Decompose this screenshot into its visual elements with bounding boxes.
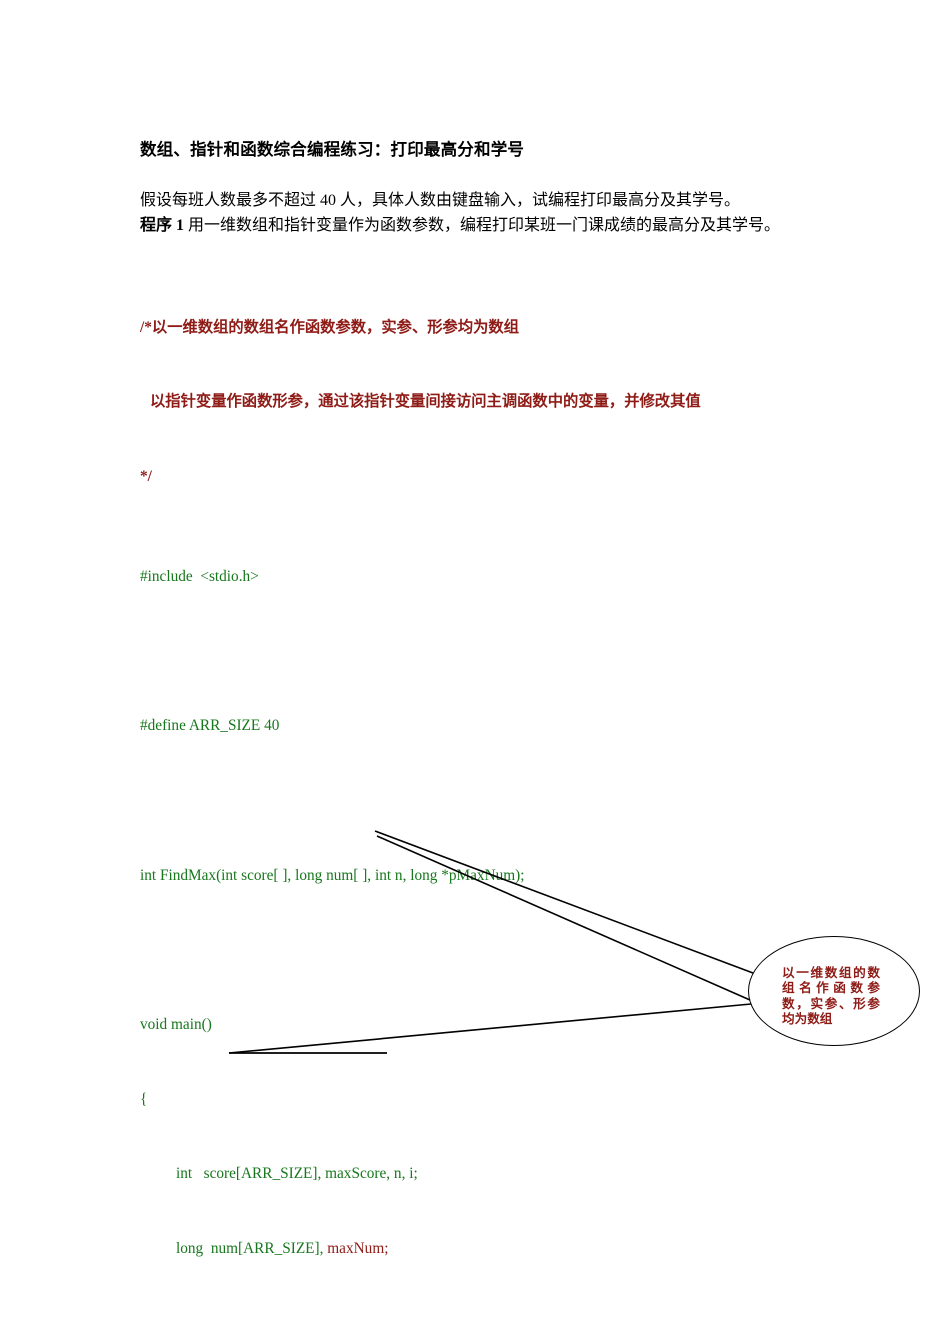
program-paragraph: 程序 1 用一维数组和指针变量作为函数参数，编程打印某班一门课成绩的最高分及其学… bbox=[140, 213, 820, 238]
code-blank-2 bbox=[140, 789, 820, 814]
program-label: 程序 1 bbox=[140, 217, 185, 234]
code-decl-long: long num[ARR_SIZE], maxNum; bbox=[140, 1237, 820, 1262]
code-define: #define ARR_SIZE 40 bbox=[140, 717, 280, 735]
code-listing: /*以一维数组的数组名作函数参数，实参、形参均为数组 以指针变量作函数形参，通过… bbox=[140, 241, 820, 1344]
code-decl-long-maxnum: maxNum; bbox=[327, 1240, 389, 1258]
header-comment-line-3: */ bbox=[140, 468, 152, 486]
code-decl-int: int score[ARR_SIZE], maxScore, n, i; bbox=[176, 1165, 418, 1183]
code-prototype: int FindMax(int score[ ], long num[ ], i… bbox=[140, 866, 525, 884]
document-page: 数组、指针和函数综合编程练习：打印最高分和学号 假设每班人数最多不超过 40 人… bbox=[0, 0, 950, 1344]
code-include: #include <stdio.h> bbox=[140, 567, 259, 585]
header-comment-line-2: 以指针变量作函数形参，通过该指针变量间接访问主调函数中的变量，并修改其值 bbox=[150, 393, 701, 411]
program-description: 用一维数组和指针变量作为函数参数，编程打印某班一门课成绩的最高分及其学号。 bbox=[188, 217, 781, 234]
code-decl-long-head: long num[ARR_SIZE], bbox=[176, 1240, 328, 1258]
code-blank-3 bbox=[140, 938, 820, 963]
header-comment-line-1: /*以一维数组的数组名作函数参数，实参、形参均为数组 bbox=[140, 318, 520, 336]
code-main-signature: void main() bbox=[140, 1016, 212, 1034]
intro-paragraph: 假设每班人数最多不超过 40 人，具体人数由键盘输入，试编程打印最高分及其学号。 bbox=[140, 192, 741, 209]
page-title: 数组、指针和函数综合编程练习：打印最高分和学号 bbox=[140, 141, 525, 159]
code-blank-1 bbox=[140, 640, 820, 665]
callout-text: 以一维数组的数组名作函数参数，实参、形参均为数组 bbox=[782, 966, 880, 1027]
code-main-open-brace: { bbox=[140, 1090, 148, 1108]
code-blank-4 bbox=[140, 1312, 820, 1337]
document-body: 数组、指针和函数综合编程练习：打印最高分和学号 假设每班人数最多不超过 40 人… bbox=[140, 138, 820, 1344]
